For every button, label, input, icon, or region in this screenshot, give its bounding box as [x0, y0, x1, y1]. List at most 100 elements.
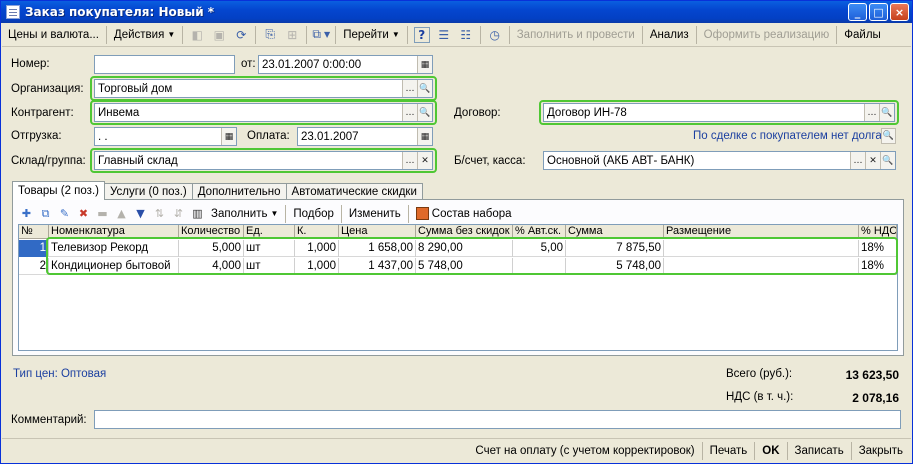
help-icon[interactable]: ?	[413, 26, 430, 43]
minimize-button[interactable]: _	[848, 3, 867, 21]
search-icon[interactable]: 🔍	[879, 104, 894, 121]
main-toolbar: Цены и валюта... Действия ▼ ◧ ▣ ⟳ ⎘ ⊞ ⧉ ▼ …	[2, 23, 911, 47]
actions-menu[interactable]: Действия ▼	[110, 25, 179, 45]
ok-button[interactable]: OK	[756, 441, 785, 461]
fill-and-post-button[interactable]: Заполнить и провести	[513, 25, 639, 45]
document-date-value: 23.01.2007 0:00:00	[262, 58, 362, 71]
counterparty-value: Инвема	[98, 106, 140, 119]
comment-field[interactable]	[94, 410, 901, 429]
search-icon[interactable]: 🔍	[880, 152, 895, 169]
chevron-down-icon: ▼	[167, 30, 176, 39]
warehouse-field[interactable]: Главный склад … ✕	[94, 151, 433, 170]
create-sale-button[interactable]: Оформить реализацию	[700, 25, 834, 45]
column-header-number[interactable]: №	[19, 225, 49, 239]
structure-icon[interactable]: ⊞	[281, 25, 303, 45]
analysis-button[interactable]: Анализ	[646, 25, 693, 45]
select-ellipsis-icon[interactable]: …	[402, 80, 417, 97]
copy-row-icon[interactable]: ⧉	[36, 204, 55, 223]
debt-info-link[interactable]: По сделке с покупателем нет долга	[693, 130, 882, 142]
tab-additional[interactable]: Дополнительно	[191, 183, 287, 200]
clear-icon[interactable]: ✕	[417, 152, 432, 169]
row-number: 1	[19, 240, 49, 257]
edit-row-icon[interactable]: ✎	[55, 204, 74, 223]
select-ellipsis-icon[interactable]: …	[402, 104, 417, 121]
chevron-down-icon: ▼	[391, 30, 400, 39]
actions-menu-label: Действия	[113, 28, 165, 41]
select-button[interactable]: Подбор	[289, 204, 338, 224]
refresh-icon[interactable]: ⟳	[230, 25, 252, 45]
toolbar-separator	[479, 25, 481, 44]
window-title: Заказ покупателя: Новый *	[25, 5, 215, 19]
tab-auto-discounts[interactable]: Автоматические скидки	[285, 183, 423, 200]
unpost-document-icon[interactable]: ▣	[208, 25, 230, 45]
window-controls: _ □ ×	[848, 3, 909, 21]
payment-date-field[interactable]: 23.01.2007 ▦	[297, 127, 433, 146]
end-edit-icon[interactable]: ▬	[93, 204, 112, 223]
post-document-icon[interactable]: ◧	[186, 25, 208, 45]
copy-document-icon[interactable]: ⧉ ▼	[310, 25, 332, 45]
barcode-icon[interactable]: ▥	[188, 204, 207, 223]
based-on-icon[interactable]: ⎘	[259, 25, 281, 45]
close-button[interactable]: Закрыть	[853, 441, 909, 461]
counterparty-field[interactable]: Инвема … 🔍	[94, 103, 433, 122]
invoice-button[interactable]: Счет на оплату (с учетом корректировок)	[469, 441, 700, 461]
toolbar-separator	[850, 442, 852, 460]
shipment-date-field[interactable]: . . ▦	[94, 127, 237, 146]
calendar-icon[interactable]: ▦	[417, 56, 432, 73]
sort-ascending-icon[interactable]: ⇅	[150, 204, 169, 223]
toolbar-separator	[695, 25, 697, 44]
toolbar-separator	[340, 204, 342, 223]
account-field[interactable]: Основной (АКБ АВТ- БАНК) … ✕ 🔍	[543, 151, 896, 170]
payment-label: Оплата:	[247, 130, 290, 142]
toolbar-separator	[641, 25, 643, 44]
goto-menu[interactable]: Перейти ▼	[339, 25, 404, 45]
save-button[interactable]: Записать	[789, 441, 850, 461]
chevron-down-icon: ▼	[270, 209, 279, 218]
document-date-field[interactable]: 23.01.2007 0:00:00 ▦	[258, 55, 433, 74]
prices-currency-button[interactable]: Цены и валюта...	[4, 25, 103, 45]
number-field[interactable]	[94, 55, 235, 74]
move-down-icon[interactable]: ▼	[131, 204, 150, 223]
kit-composition-button[interactable]: Состав набора	[412, 204, 516, 224]
add-row-icon[interactable]: ✚	[17, 204, 36, 223]
select-ellipsis-icon[interactable]: …	[850, 152, 865, 169]
select-ellipsis-icon[interactable]: …	[864, 104, 879, 121]
contract-field[interactable]: Договор ИН-78 … 🔍	[543, 103, 895, 122]
close-window-button[interactable]: ×	[890, 3, 909, 21]
search-icon[interactable]: 🔍	[417, 80, 432, 97]
maximize-button[interactable]: □	[869, 3, 888, 21]
clock-icon[interactable]: ◷	[484, 25, 506, 45]
document-icon	[6, 5, 20, 19]
organization-field[interactable]: Торговый дом … 🔍	[94, 79, 433, 98]
change-button[interactable]: Изменить	[345, 204, 405, 224]
fill-menu[interactable]: Заполнить ▼	[207, 204, 282, 224]
search-icon[interactable]: 🔍	[417, 104, 432, 121]
account-label: Б/счет, касса:	[454, 155, 526, 167]
settings-list-icon[interactable]: ☰	[433, 25, 455, 45]
total-label: Всего (руб.):	[726, 368, 793, 380]
vat-value: 2 078,16	[852, 391, 899, 405]
shipment-label: Отгрузка:	[11, 130, 62, 142]
move-up-icon[interactable]: ▲	[112, 204, 131, 223]
comment-label: Комментарий:	[11, 414, 87, 426]
checklist-icon[interactable]: ☷	[455, 25, 477, 45]
print-button[interactable]: Печать	[704, 441, 754, 461]
goods-tab-panel: ✚ ⧉ ✎ ✖ ▬ ▲ ▼ ⇅ ⇵ ▥ Заполнить ▼ Подбор Из…	[12, 199, 904, 356]
files-button[interactable]: Файлы	[840, 25, 885, 45]
date-from-label: от:	[241, 58, 256, 70]
payment-date-value: 23.01.2007	[301, 130, 359, 143]
search-icon[interactable]: 🔍	[881, 128, 896, 144]
price-type-link[interactable]: Тип цен: Оптовая	[13, 368, 106, 380]
tab-goods[interactable]: Товары (2 поз.)	[12, 181, 105, 200]
calendar-icon[interactable]: ▦	[417, 128, 432, 145]
shipment-date-value: . .	[98, 130, 108, 143]
calendar-icon[interactable]: ▦	[221, 128, 236, 145]
tab-services[interactable]: Услуги (0 поз.)	[103, 183, 193, 200]
sort-descending-icon[interactable]: ⇵	[169, 204, 188, 223]
clear-icon[interactable]: ✕	[865, 152, 880, 169]
delete-row-icon[interactable]: ✖	[74, 204, 93, 223]
select-ellipsis-icon[interactable]: …	[402, 152, 417, 169]
fill-menu-label: Заполнить	[211, 207, 268, 220]
account-value: Основной (АКБ АВТ- БАНК)	[547, 154, 695, 167]
total-value: 13 623,50	[845, 368, 899, 382]
